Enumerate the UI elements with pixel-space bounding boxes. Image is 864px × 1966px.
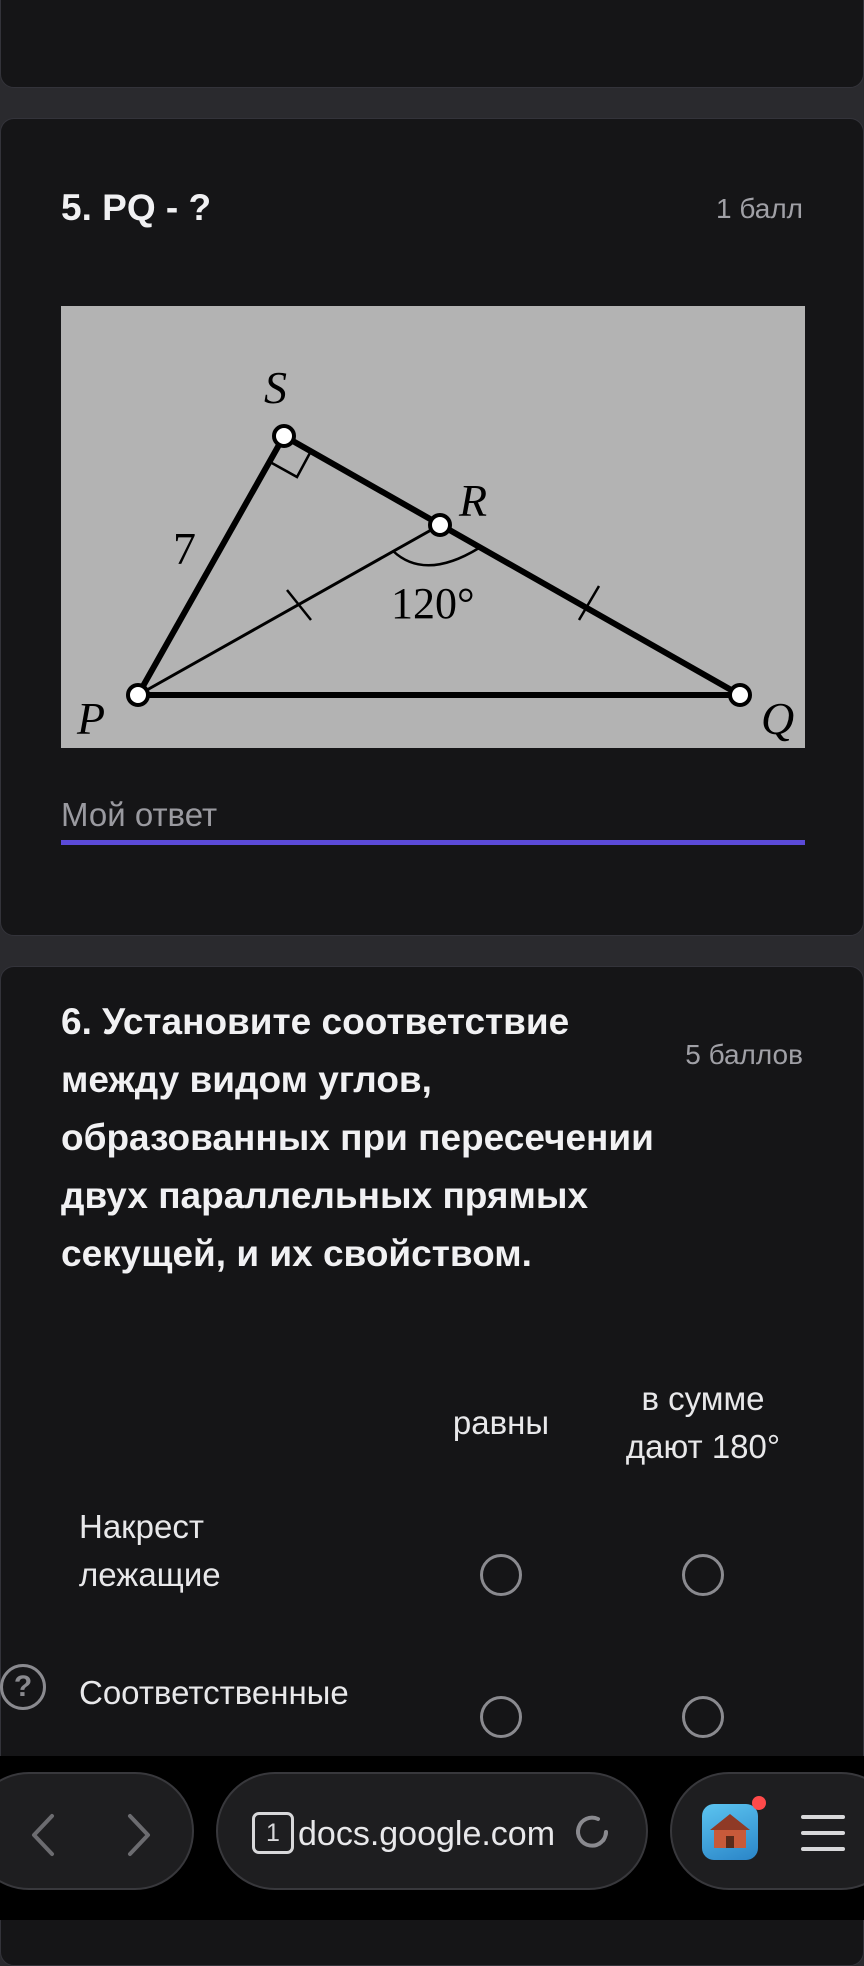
label-s: S bbox=[264, 362, 287, 413]
column-header-equal: равны bbox=[421, 1399, 581, 1447]
column-header-line: в сумме bbox=[641, 1380, 765, 1417]
label-p: P bbox=[76, 693, 105, 744]
question-5-card: 5. PQ - ? 1 балл S R P Q 7 120° Мой отве… bbox=[0, 118, 864, 936]
notification-dot bbox=[752, 1796, 766, 1810]
vertex-p bbox=[126, 683, 150, 707]
vertex-q bbox=[728, 683, 752, 707]
triangle-diagram: S R P Q 7 120° bbox=[76, 362, 794, 744]
segment-sq bbox=[282, 433, 742, 698]
triangle-figure: S R P Q 7 120° bbox=[61, 306, 805, 748]
previous-question-card bbox=[0, 0, 864, 88]
question-6-title-line: секущей, и их свойством. bbox=[61, 1233, 532, 1274]
radio-alternate-equal[interactable] bbox=[480, 1554, 522, 1596]
column-header-line: дают 180° bbox=[625, 1428, 781, 1465]
game-app-art bbox=[710, 1814, 750, 1848]
right-controls-pill bbox=[670, 1772, 864, 1890]
label-side-ps: 7 bbox=[173, 523, 196, 574]
question-6-title: 6. Установите соответствие между видом у… bbox=[61, 993, 701, 1283]
label-angle: 120° bbox=[391, 579, 475, 628]
radio-alternate-sum-180[interactable] bbox=[682, 1554, 724, 1596]
vertex-r bbox=[428, 513, 452, 537]
row-label-line: Соответственные bbox=[79, 1674, 349, 1711]
label-r: R bbox=[458, 475, 487, 526]
address-bar[interactable]: 1 docs.google.com bbox=[216, 1772, 648, 1890]
navigation-pill bbox=[0, 1772, 194, 1890]
radio-corresponding-equal[interactable] bbox=[480, 1696, 522, 1738]
tabs-icon[interactable]: 1 bbox=[252, 1812, 294, 1854]
tick-mark-pr bbox=[286, 589, 312, 621]
radio-corresponding-sum-180[interactable] bbox=[682, 1696, 724, 1738]
question-6-title-line: двух параллельных прямых bbox=[61, 1175, 589, 1216]
angle-arc bbox=[392, 546, 480, 567]
question-5-title: 5. PQ - ? bbox=[61, 187, 212, 228]
url-text[interactable]: docs.google.com bbox=[298, 1812, 558, 1856]
back-icon[interactable] bbox=[24, 1812, 64, 1858]
question-5-points: 1 балл bbox=[716, 193, 803, 224]
segment-ps bbox=[135, 434, 287, 697]
column-header-sum-180: в сумме дают 180° bbox=[593, 1375, 813, 1471]
question-6-title-line: образованных при пересечении bbox=[61, 1117, 654, 1158]
forward-icon[interactable] bbox=[118, 1812, 158, 1858]
question-6-title-line: 6. Установите соответствие bbox=[61, 1001, 570, 1042]
reload-icon[interactable] bbox=[568, 1808, 616, 1856]
row-label-line: Накрест bbox=[79, 1508, 204, 1545]
column-header-line: равны bbox=[452, 1404, 550, 1441]
label-q: Q bbox=[761, 693, 794, 744]
menu-icon[interactable] bbox=[800, 1812, 846, 1854]
question-6-title-line: между видом углов, bbox=[61, 1059, 432, 1100]
browser-bottom-bar: 1 docs.google.com bbox=[0, 1756, 864, 1920]
vertex-s bbox=[272, 424, 296, 448]
row-label-alternate: Накрест лежащие bbox=[79, 1503, 221, 1599]
answer-input[interactable] bbox=[61, 789, 805, 845]
row-label-line: лежащие bbox=[79, 1556, 221, 1593]
question-6-points: 5 баллов bbox=[685, 1039, 803, 1070]
row-label-corresponding: Соответственные bbox=[79, 1669, 349, 1717]
help-button[interactable]: ? bbox=[0, 1664, 46, 1710]
game-app-icon[interactable] bbox=[702, 1804, 758, 1860]
